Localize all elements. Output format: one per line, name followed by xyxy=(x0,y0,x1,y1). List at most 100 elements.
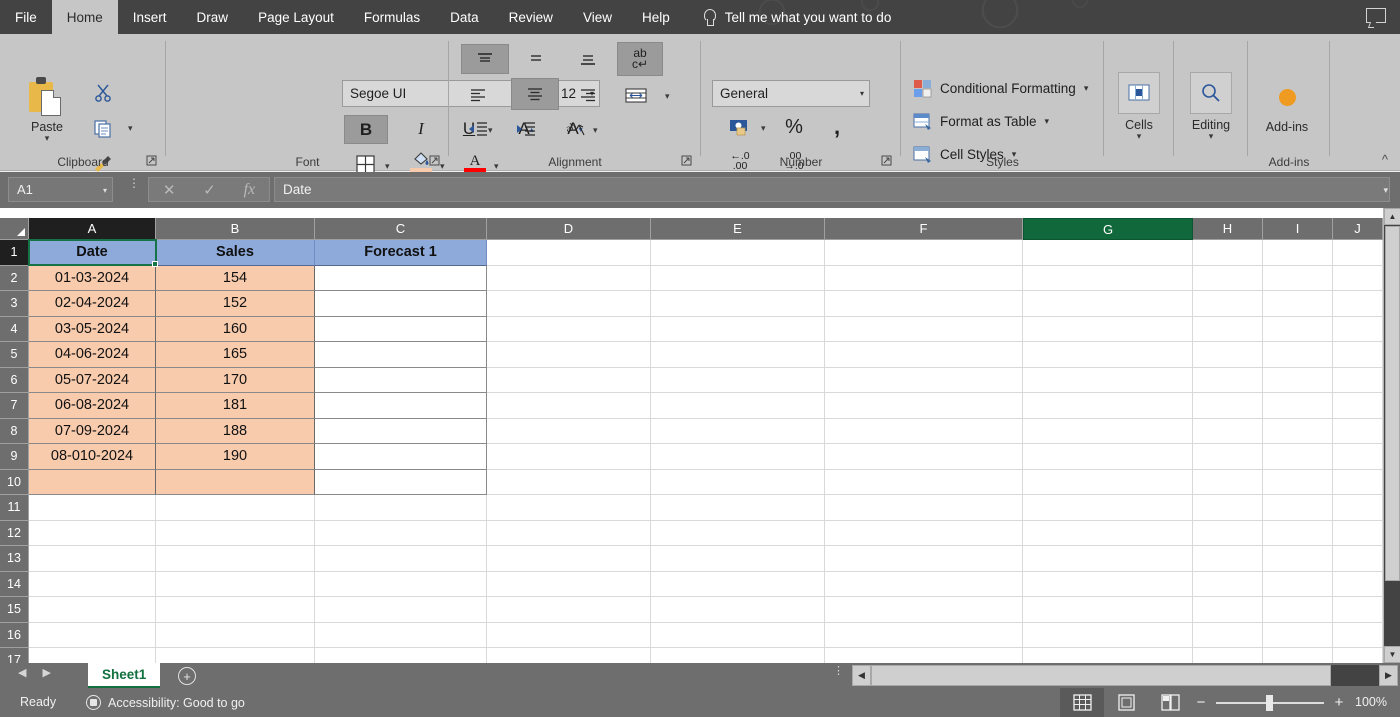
cell-b4[interactable]: 160 xyxy=(156,317,315,343)
zoom-slider-thumb[interactable] xyxy=(1266,695,1273,711)
conditional-formatting-caret-icon[interactable]: ▾ xyxy=(1084,83,1089,94)
accessibility-status[interactable]: Accessibility: Good to go xyxy=(86,695,245,710)
scroll-right-button[interactable]: ▶ xyxy=(1379,665,1398,686)
tab-review[interactable]: Review xyxy=(494,0,568,34)
row-header-2[interactable]: 2 xyxy=(0,266,29,292)
row-header-9[interactable]: 9 xyxy=(0,444,29,470)
tab-data[interactable]: Data xyxy=(435,0,494,34)
column-header-g[interactable]: G xyxy=(1023,218,1193,240)
comment-icon[interactable] xyxy=(1366,8,1386,23)
copy-dropdown-caret-icon[interactable]: ▾ xyxy=(128,124,133,132)
row-header-1[interactable]: 1 xyxy=(0,240,29,266)
tab-file[interactable]: File xyxy=(0,0,52,34)
column-header-e[interactable]: E xyxy=(651,218,825,240)
conditional-formatting-button[interactable]: Conditional Formatting ▾ xyxy=(913,79,1088,98)
orientation-button[interactable]: ab xyxy=(559,114,593,144)
row-header-13[interactable]: 13 xyxy=(0,546,29,572)
column-header-j[interactable]: J xyxy=(1333,218,1383,240)
middle-align-button[interactable] xyxy=(519,44,553,74)
cell-b3[interactable]: 152 xyxy=(156,291,315,317)
row-header-4[interactable]: 4 xyxy=(0,317,29,343)
row-header-11[interactable]: 11 xyxy=(0,495,29,521)
cells-button[interactable]: Cells ▾ xyxy=(1108,72,1170,140)
tab-view[interactable]: View xyxy=(568,0,627,34)
italic-button[interactable]: I xyxy=(406,115,436,143)
center-align-button[interactable] xyxy=(511,78,559,110)
cell-c8[interactable] xyxy=(315,419,487,445)
cell-a1[interactable]: Date xyxy=(29,240,156,266)
cell-b9[interactable]: 190 xyxy=(156,444,315,470)
cell-a8[interactable]: 07-09-2024 xyxy=(29,419,156,445)
column-header-a[interactable]: A xyxy=(29,218,156,240)
column-header-c[interactable]: C xyxy=(315,218,487,240)
cut-button[interactable] xyxy=(90,80,116,106)
previous-sheet-icon[interactable]: ◀ xyxy=(18,666,26,679)
zoom-out-button[interactable]: − xyxy=(1195,694,1207,711)
cell-b8[interactable]: 188 xyxy=(156,419,315,445)
horizontal-scrollbar[interactable]: ◀ ▶ xyxy=(852,665,1398,686)
zoom-slider[interactable] xyxy=(1216,702,1324,704)
tab-home[interactable]: Home xyxy=(52,0,118,34)
formula-input[interactable]: Date xyxy=(274,177,1390,202)
bottom-align-button[interactable] xyxy=(571,44,605,74)
decrease-indent-button[interactable] xyxy=(461,114,495,144)
increase-indent-button[interactable] xyxy=(509,114,543,144)
paste-dropdown-caret-icon[interactable]: ▾ xyxy=(22,134,72,142)
row-header-14[interactable]: 14 xyxy=(0,572,29,598)
editing-dropdown-caret-icon[interactable]: ▾ xyxy=(1180,132,1242,140)
paste-button[interactable]: Paste ▾ xyxy=(22,76,72,164)
cell-b6[interactable]: 170 xyxy=(156,368,315,394)
row-header-17[interactable]: 17 xyxy=(0,648,29,663)
font-dialog-launcher[interactable] xyxy=(429,155,441,167)
cell-c9[interactable] xyxy=(315,444,487,470)
cell-c1[interactable]: Forecast 1 xyxy=(315,240,487,266)
scroll-down-button[interactable]: ▼ xyxy=(1384,646,1400,663)
select-all-corner[interactable] xyxy=(0,218,29,240)
cell-c4[interactable] xyxy=(315,317,487,343)
row-header-7[interactable]: 7 xyxy=(0,393,29,419)
sheet-tab-sheet1[interactable]: Sheet1 xyxy=(88,663,160,688)
horizontal-scrollbar-thumb[interactable] xyxy=(871,665,1331,686)
scroll-up-button[interactable]: ▲ xyxy=(1384,208,1400,225)
row-header-5[interactable]: 5 xyxy=(0,342,29,368)
column-header-i[interactable]: I xyxy=(1263,218,1333,240)
top-align-button[interactable] xyxy=(461,44,509,74)
column-header-b[interactable]: B xyxy=(156,218,315,240)
insert-function-icon[interactable]: fx xyxy=(244,181,256,199)
cell-a4[interactable]: 03-05-2024 xyxy=(29,317,156,343)
tell-me-search[interactable]: Tell me what you want to do xyxy=(703,0,892,34)
wrap-text-button[interactable]: ab c↵ xyxy=(617,42,663,76)
cell-a2[interactable]: 01-03-2024 xyxy=(29,266,156,292)
cell-c7[interactable] xyxy=(315,393,487,419)
cell-c10[interactable] xyxy=(315,470,487,496)
comma-style-button[interactable]: , xyxy=(827,114,847,140)
accounting-caret-icon[interactable]: ▾ xyxy=(761,124,766,132)
alignment-dialog-launcher[interactable] xyxy=(681,155,693,167)
format-as-table-button[interactable]: Format as Table ▾ xyxy=(913,112,1049,131)
tab-split-handle[interactable]: ⋮ xyxy=(833,668,844,674)
cell-a9[interactable]: 08-010-2024 xyxy=(29,444,156,470)
cell-b5[interactable]: 165 xyxy=(156,342,315,368)
next-sheet-icon[interactable]: ▶ xyxy=(42,666,50,679)
column-header-f[interactable]: F xyxy=(825,218,1023,240)
cell-b1[interactable]: Sales xyxy=(156,240,315,266)
horizontal-scrollbar-track[interactable] xyxy=(871,665,1379,686)
cancel-icon[interactable]: ✕ xyxy=(163,181,176,199)
scroll-left-button[interactable]: ◀ xyxy=(852,665,871,686)
row-header-8[interactable]: 8 xyxy=(0,419,29,445)
tab-insert[interactable]: Insert xyxy=(118,0,182,34)
vertical-scrollbar[interactable]: ▲ ▼ xyxy=(1383,208,1400,663)
expand-formula-bar-icon[interactable]: ▾ xyxy=(1383,185,1388,196)
fill-handle[interactable] xyxy=(152,261,158,267)
cells-dropdown-caret-icon[interactable]: ▾ xyxy=(1108,132,1170,140)
tab-draw[interactable]: Draw xyxy=(182,0,244,34)
cell-b7[interactable]: 181 xyxy=(156,393,315,419)
page-break-view-button[interactable] xyxy=(1148,688,1192,717)
row-header-3[interactable]: 3 xyxy=(0,291,29,317)
cell-c6[interactable] xyxy=(315,368,487,394)
cell-a6[interactable]: 05-07-2024 xyxy=(29,368,156,394)
orientation-caret-icon[interactable]: ▾ xyxy=(593,126,598,134)
align-left-button[interactable] xyxy=(461,80,495,110)
row-header-6[interactable]: 6 xyxy=(0,368,29,394)
row-header-12[interactable]: 12 xyxy=(0,521,29,547)
